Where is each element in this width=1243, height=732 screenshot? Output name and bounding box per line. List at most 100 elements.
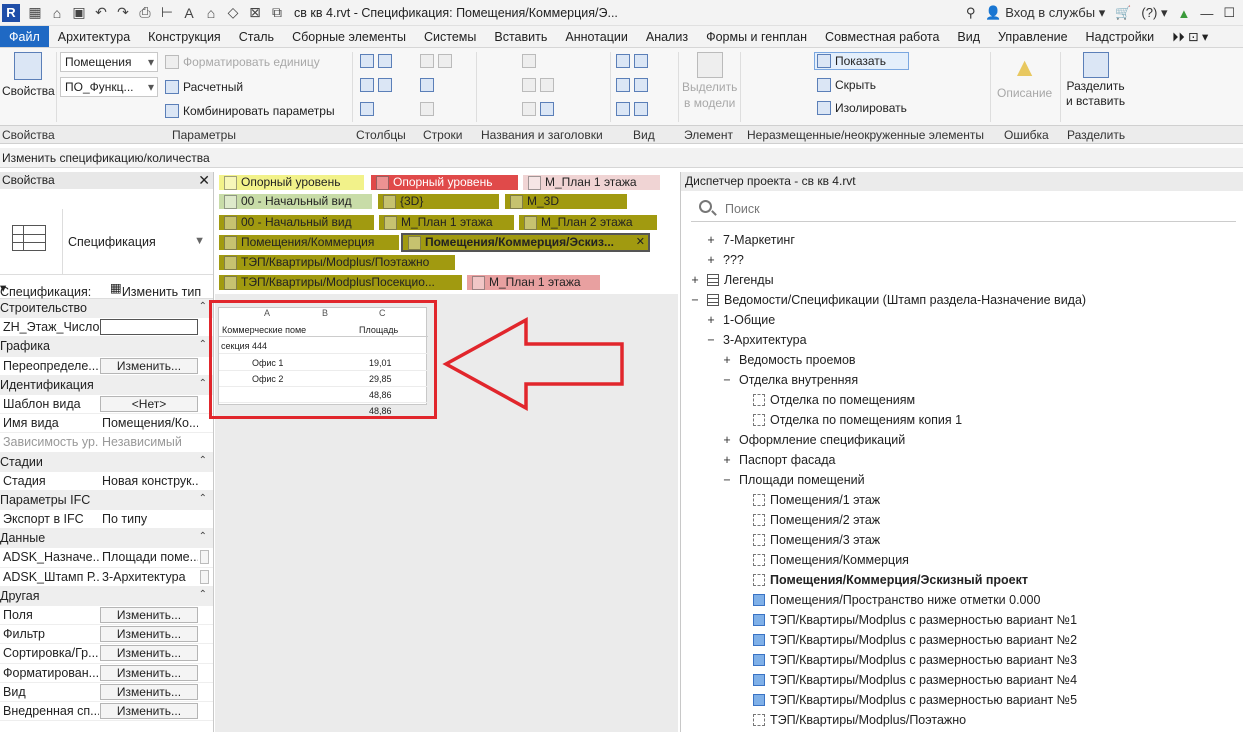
tab-8[interactable]: Анализ [637, 26, 697, 47]
view-tab[interactable]: Помещения/Коммерция [219, 235, 399, 250]
tree-node[interactable]: ТЭП/Квартиры/Modplus с размерностью вари… [753, 650, 1077, 670]
open-icon[interactable]: ⌂ [48, 5, 66, 21]
browse-button[interactable] [200, 569, 209, 584]
spec-filter-dropdown[interactable]: Спецификация: ▾ [0, 280, 91, 299]
combine-params-button[interactable]: Комбинировать параметры [165, 104, 335, 118]
view-tab[interactable]: Опорный уровень [219, 175, 364, 190]
close-hidden-icon[interactable]: ⊠ [246, 4, 264, 21]
collapse-icon[interactable]: ⌃ [199, 301, 207, 312]
view-tab[interactable]: М_План 1 этажа [379, 215, 514, 230]
tab-5[interactable]: Системы [415, 26, 485, 47]
resize-row-button[interactable] [420, 78, 434, 92]
property-category[interactable]: Данные ⌃ [0, 529, 213, 549]
property-category[interactable]: Другая ⌃ [0, 586, 213, 606]
tree-node[interactable]: ТЭП/Квартиры/Modplus/Поэтажно [753, 710, 966, 730]
insert-row-button[interactable] [420, 54, 452, 68]
browser-search[interactable]: Поиск [691, 196, 1236, 222]
property-category[interactable]: Графика ⌃ [0, 337, 213, 357]
tree-node[interactable]: + Ведомость проемов [721, 350, 855, 370]
collapse-icon[interactable]: − [705, 330, 717, 350]
tab-11[interactable]: Вид [948, 26, 989, 47]
expand-icon[interactable]: + [721, 350, 733, 370]
expand-icon[interactable]: + [721, 430, 733, 450]
property-category[interactable]: Идентификация ⌃ [0, 375, 213, 395]
calculated-button[interactable]: Расчетный [165, 80, 243, 94]
reset-button[interactable] [616, 102, 648, 116]
property-edit-button[interactable]: <Нет> [100, 395, 198, 412]
tree-node[interactable]: Помещения/Пространство ниже отметки 0.00… [753, 590, 1040, 610]
autodesk-icon[interactable]: ▲ [1177, 6, 1190, 21]
property-category[interactable]: Строительство ⌃ [0, 299, 213, 319]
insert-image-button[interactable] [522, 78, 554, 92]
view-tab[interactable]: 00 - Начальный вид [219, 194, 372, 209]
switch-windows-icon[interactable]: ⧉ [268, 4, 286, 21]
borders-button[interactable] [616, 78, 648, 92]
tree-node[interactable]: Помещения/1 этаж [753, 490, 880, 510]
collapse-icon[interactable]: ⌃ [199, 531, 207, 542]
property-value[interactable]: Площади поме... [102, 550, 198, 564]
expand-icon[interactable]: + [689, 270, 701, 290]
property-edit-button[interactable]: Изменить... [100, 683, 198, 700]
collapse-icon[interactable]: ⌃ [199, 378, 207, 389]
isolate-button[interactable]: Изолировать [817, 101, 907, 115]
sections-icon[interactable]: ◇ [224, 4, 242, 21]
tree-node[interactable]: ТЭП/Квартиры/Modplus с размерностью вари… [753, 630, 1077, 650]
redo-icon[interactable]: ↷ [114, 4, 132, 21]
close-icon[interactable]: ✕ [198, 172, 210, 189]
cart-icon[interactable]: 🛒 [1115, 5, 1131, 21]
save-icon[interactable]: ▣ [70, 4, 88, 21]
param-combo[interactable]: ПО_Функц... [60, 77, 158, 97]
tab-2[interactable]: Конструкция [139, 26, 230, 47]
tab-9[interactable]: Формы и генплан [697, 26, 816, 47]
view-tab[interactable]: ТЭП/Квартиры/ModplusПосекцио... [219, 275, 462, 290]
tab-6[interactable]: Вставить [485, 26, 556, 47]
tree-node[interactable]: Отделка по помещениям копия 1 [753, 410, 962, 430]
tree-node[interactable]: Помещения/3 этаж [753, 530, 880, 550]
expand-icon[interactable]: + [705, 250, 717, 270]
view-tab[interactable]: Опорный уровень [371, 175, 518, 190]
3d-view-icon[interactable]: ⌂ [202, 5, 220, 21]
tree-node[interactable]: +1-Общие [705, 310, 775, 330]
tab-0[interactable]: Файл [0, 26, 49, 47]
tree-node[interactable]: ТЭП/Квартиры/Modplus с размерностью вари… [753, 610, 1077, 630]
tree-node[interactable]: −3-Архитектура [705, 330, 806, 350]
tab-3[interactable]: Сталь [230, 26, 283, 47]
collapse-icon[interactable]: − [721, 470, 733, 490]
more-tabs-icon[interactable]: ⏵⏵ ⊡ ▾ [1163, 26, 1217, 47]
tree-node[interactable]: + Легенды [689, 270, 773, 290]
signin-button[interactable]: 👤 Вход в службы ▾ [985, 5, 1105, 21]
binoculars-icon[interactable]: ⚲ [966, 5, 976, 21]
property-input[interactable] [100, 319, 198, 336]
tree-node[interactable]: + Паспорт фасада [721, 450, 835, 470]
tree-node[interactable]: +7-Маркетинг [705, 230, 795, 250]
properties-button[interactable]: Свойства [2, 52, 55, 98]
property-edit-button[interactable]: Изменить... [100, 357, 198, 374]
property-value[interactable]: Новая конструк... [102, 474, 198, 488]
expand-icon[interactable]: + [721, 450, 733, 470]
tree-node[interactable]: − Отделка внутренняя [721, 370, 858, 390]
expand-icon[interactable]: + [705, 230, 717, 250]
property-category[interactable]: Параметры IFC ⌃ [0, 490, 213, 511]
collapse-icon[interactable]: ⌃ [199, 493, 207, 504]
tree-node[interactable]: Помещения/Коммерция [753, 550, 909, 570]
collapse-icon[interactable]: ⌃ [199, 589, 207, 600]
tab-7[interactable]: Аннотации [556, 26, 636, 47]
property-value[interactable]: Независимый [102, 435, 198, 449]
home-icon[interactable]: ▦ [26, 4, 44, 21]
tree-node[interactable]: ТЭП/Квартиры/Modplus с размерностью вари… [753, 690, 1077, 710]
collapse-icon[interactable]: ⌃ [199, 339, 207, 350]
unhide-column-button[interactable] [360, 102, 374, 116]
text-icon[interactable]: A [180, 5, 198, 21]
collapse-icon[interactable]: − [721, 370, 733, 390]
tab-12[interactable]: Управление [989, 26, 1077, 47]
tree-node[interactable]: − Ведомости/Спецификации (Штамп раздела-Н… [689, 290, 1086, 310]
view-tab[interactable]: М_План 1 этажа [523, 175, 660, 190]
minimize-button[interactable]: — [1200, 6, 1213, 21]
select-in-model-button[interactable]: Выделить в модели [682, 52, 737, 110]
property-edit-button[interactable]: Изменить... [100, 645, 198, 662]
property-edit-button[interactable]: Изменить... [100, 626, 198, 643]
view-tab[interactable]: Помещения/Коммерция/Эскиз... ✕ [401, 233, 650, 252]
property-category[interactable]: Стадии ⌃ [0, 452, 213, 472]
split-insert-button[interactable]: Разделить и вставить [1066, 52, 1125, 108]
close-tab-icon[interactable]: ✕ [636, 235, 645, 250]
